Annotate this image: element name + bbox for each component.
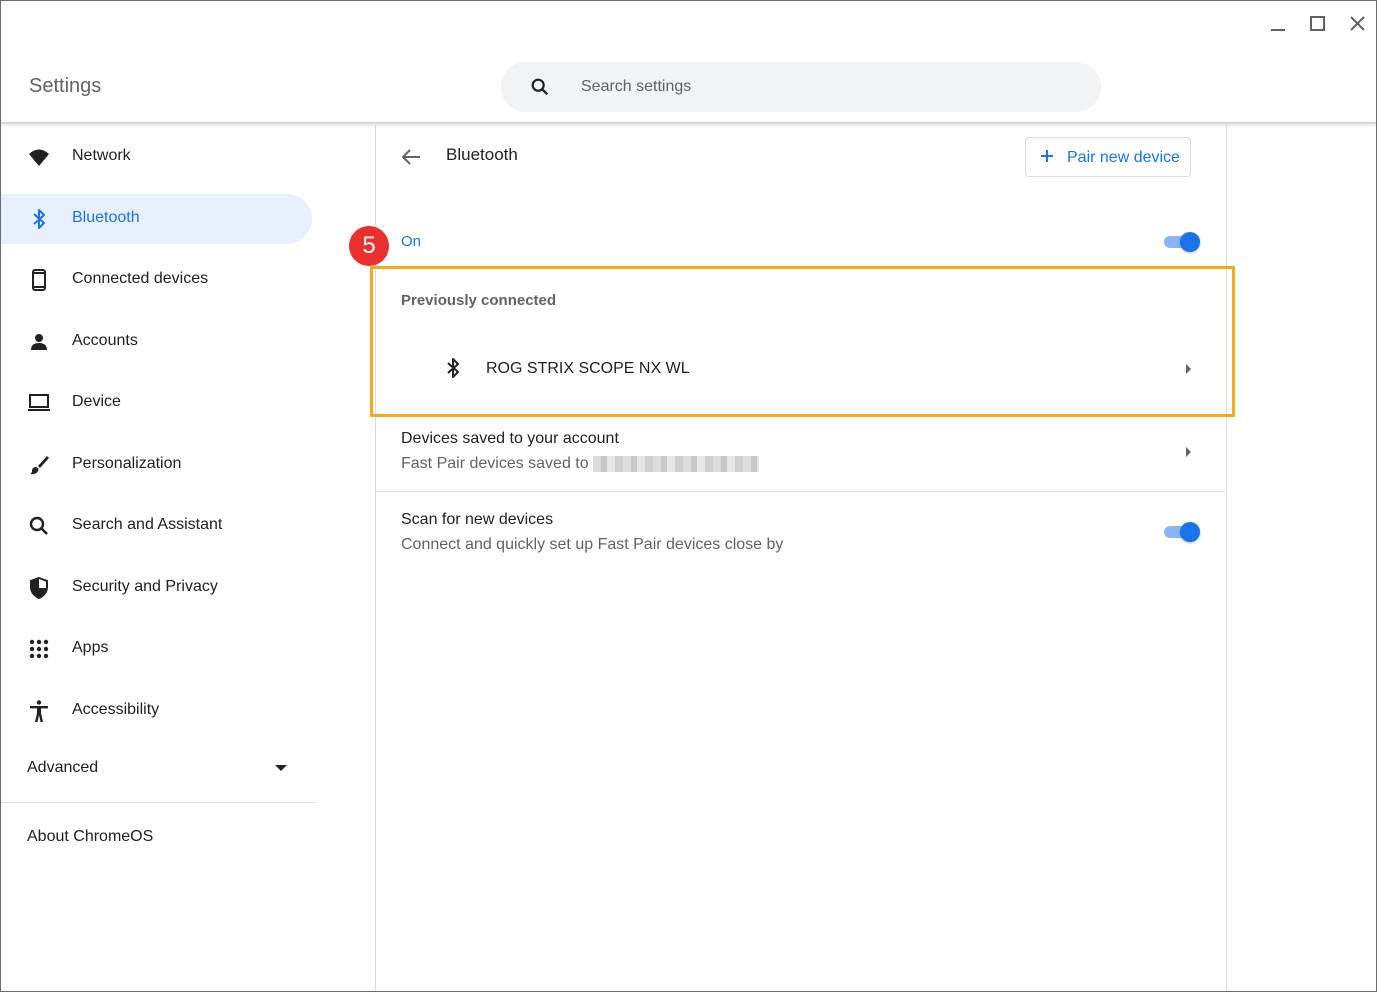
sidebar-item-accounts[interactable]: Accounts [1, 317, 312, 367]
sidebar-item-accessibility[interactable]: Accessibility [1, 686, 312, 736]
sidebar-item-device[interactable]: Device [1, 378, 312, 428]
sidebar-item-label: Bluetooth [72, 209, 140, 226]
wifi-icon [27, 145, 51, 169]
bluetooth-icon [441, 356, 465, 380]
sidebar-item-apps[interactable]: Apps [1, 624, 312, 674]
accessibility-icon [27, 699, 51, 723]
toggle-knob [1180, 232, 1200, 252]
maximize-icon[interactable] [1307, 13, 1329, 35]
sidebar-item-search-and-assistant[interactable]: Search and Assistant [1, 501, 312, 551]
sidebar-item-bluetooth[interactable]: Bluetooth [1, 194, 312, 244]
plus-icon [1038, 147, 1056, 165]
previously-connected-heading: Previously connected [401, 292, 557, 309]
sidebar-item-connected-devices[interactable]: Connected devices [1, 255, 312, 305]
pair-new-device-button[interactable]: Pair new device [1025, 137, 1191, 177]
previously-connected-highlight [370, 266, 1235, 417]
bluetooth-icon [27, 207, 51, 231]
page-title: Bluetooth [446, 145, 518, 164]
app-title: Settings [29, 75, 102, 97]
sidebar-item-about-chromeos[interactable]: About ChromeOS [27, 828, 153, 846]
person-icon [27, 330, 51, 354]
sidebar-item-network[interactable]: Network [1, 132, 312, 182]
sidebar-item-label: Connected devices [72, 270, 209, 287]
chevron-right-icon [1186, 364, 1191, 374]
search-input[interactable]: Search settings [501, 62, 1101, 112]
advanced-section-toggle[interactable]: Advanced [27, 759, 297, 781]
advanced-label: Advanced [27, 759, 99, 776]
pair-new-device-label: Pair new device [1067, 149, 1180, 166]
brush-icon [27, 453, 51, 477]
bluetooth-state-label: On [401, 233, 422, 250]
sidebar-item-label: Accounts [72, 332, 138, 349]
bluetooth-toggle[interactable] [1162, 231, 1202, 253]
apps-grid-icon [27, 637, 51, 661]
sidebar-item-label: Device [72, 393, 121, 410]
close-icon[interactable] [1347, 13, 1369, 35]
bluetooth-settings-panel [375, 122, 1227, 991]
laptop-icon [27, 391, 51, 415]
scan-new-devices-subtitle: Connect and quickly set up Fast Pair dev… [401, 536, 784, 553]
sidebar-item-label: Apps [72, 639, 109, 656]
sidebar-item-personalization[interactable]: Personalization [1, 440, 312, 490]
sidebar-item-security-and-privacy[interactable]: Security and Privacy [1, 563, 312, 613]
scan-new-devices-toggle[interactable] [1162, 521, 1202, 543]
search-icon [529, 76, 551, 98]
shield-icon [27, 576, 51, 600]
chevron-right-icon[interactable] [1186, 447, 1191, 457]
phone-icon [27, 268, 51, 292]
sidebar-item-label: Security and Privacy [72, 578, 218, 595]
redacted-account-email [593, 456, 759, 472]
back-arrow-icon[interactable] [399, 145, 423, 169]
toggle-knob [1180, 522, 1200, 542]
search-icon [27, 514, 51, 538]
search-placeholder: Search settings [581, 78, 692, 95]
row-divider [376, 491, 1225, 492]
minimize-icon[interactable] [1267, 13, 1289, 35]
scan-new-devices-title: Scan for new devices [401, 511, 554, 528]
saved-devices-subtitle: Fast Pair devices saved to [401, 455, 589, 472]
sidebar-item-label: Personalization [72, 455, 182, 472]
device-name: ROG STRIX SCOPE NX WL [486, 360, 690, 377]
sidebar-item-label: Network [72, 147, 131, 164]
sidebar-item-label: Search and Assistant [72, 516, 223, 533]
sidebar-item-label: Accessibility [72, 701, 160, 718]
sidebar-divider [1, 802, 316, 803]
saved-devices-title[interactable]: Devices saved to your account [401, 430, 619, 448]
device-row-rog-strix-scope-nx-wl[interactable]: ROG STRIX SCOPE NX WL [401, 346, 1201, 392]
step-number-badge: 5 [349, 226, 389, 266]
settings-window: Settings Search settings Network Bluetoo… [0, 0, 1377, 992]
caret-down-icon [275, 765, 287, 771]
